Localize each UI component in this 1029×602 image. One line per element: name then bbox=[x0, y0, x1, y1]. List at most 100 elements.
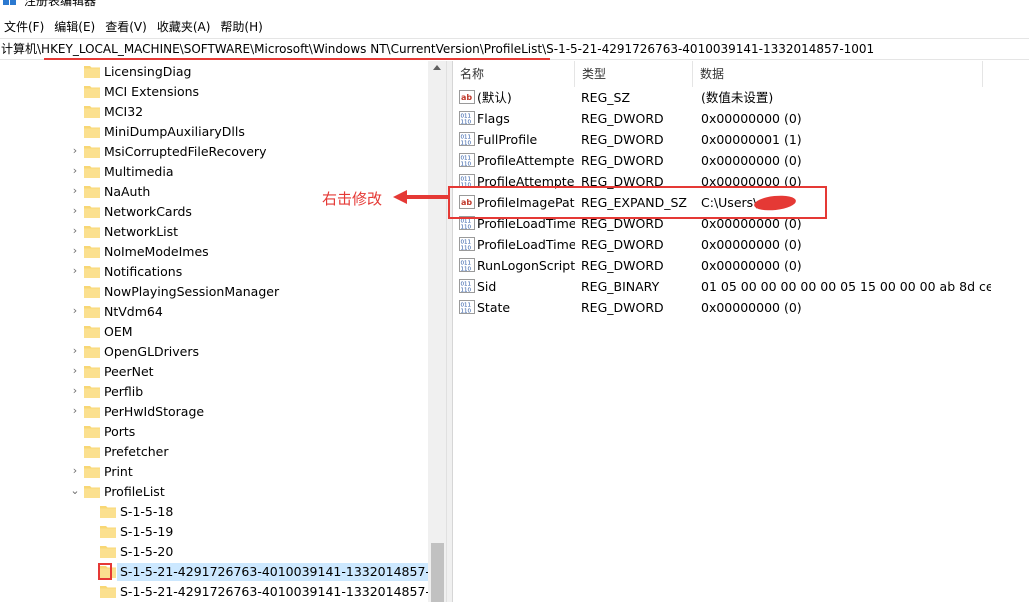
title-bar: 注册表编辑器 bbox=[0, 0, 1029, 8]
chevron-right-icon[interactable]: › bbox=[70, 225, 80, 237]
pane-splitter[interactable] bbox=[446, 61, 453, 602]
value-type: REG_DWORD bbox=[581, 111, 664, 126]
tree-item[interactable]: › Perflib bbox=[0, 382, 428, 402]
tree-item[interactable]: › NetworkList bbox=[0, 222, 428, 242]
value-row[interactable]: 011 110 Sid REG_BINARY 01 05 00 00 00 00 00 … bbox=[453, 276, 1029, 297]
tree-item[interactable]: S-1-5-20 bbox=[0, 542, 428, 562]
folder-icon bbox=[100, 546, 116, 558]
chevron-right-icon[interactable]: › bbox=[70, 465, 80, 477]
tree-item-label: Perflib bbox=[104, 384, 144, 399]
chevron-right-icon[interactable]: › bbox=[70, 305, 80, 317]
tree-item[interactable]: › OpenGLDrivers bbox=[0, 342, 428, 362]
chevron-right-icon[interactable]: › bbox=[70, 205, 80, 217]
folder-icon bbox=[84, 426, 100, 438]
scroll-up-icon[interactable] bbox=[433, 65, 441, 70]
address-bar[interactable]: 计算机\HKEY_LOCAL_MACHINE\SOFTWARE\Microsof… bbox=[0, 38, 1029, 60]
folder-icon bbox=[84, 406, 100, 418]
menu-file[interactable]: 文件(F) bbox=[0, 17, 48, 37]
tree-item[interactable]: LicensingDiag bbox=[0, 62, 428, 82]
tree-item[interactable]: › Multimedia bbox=[0, 162, 428, 182]
tree-scrollbar[interactable] bbox=[428, 61, 446, 602]
chevron-right-icon[interactable]: › bbox=[70, 405, 80, 417]
tree-item-label: Multimedia bbox=[104, 164, 174, 179]
tree-item-label: Print bbox=[104, 464, 133, 479]
tree-item[interactable]: › PerHwIdStorage bbox=[0, 402, 428, 422]
svg-text:110: 110 bbox=[461, 162, 472, 168]
folder-icon bbox=[84, 106, 100, 118]
tree-item-label: LicensingDiag bbox=[104, 64, 192, 79]
value-type: REG_DWORD bbox=[581, 153, 664, 168]
values-list[interactable]: 名称 类型 数据 ab (默认) REG_SZ (数值未设置) 011 110 Flags R… bbox=[453, 61, 1029, 602]
binary-value-icon: 011110 bbox=[459, 132, 475, 146]
menu-view[interactable]: 查看(V) bbox=[101, 17, 151, 37]
tree-item[interactable]: › NtVdm64 bbox=[0, 302, 428, 322]
tree-item[interactable]: › MsiCorruptedFileRecovery bbox=[0, 142, 428, 162]
string-value-icon: ab bbox=[459, 90, 475, 104]
menu-help[interactable]: 帮助(H) bbox=[216, 17, 266, 37]
selection-marker bbox=[98, 563, 112, 580]
folder-icon bbox=[100, 506, 116, 518]
chevron-right-icon[interactable]: › bbox=[70, 165, 80, 177]
tree-item-label: S-1-5-18 bbox=[120, 504, 174, 519]
svg-text:110: 110 bbox=[461, 288, 472, 294]
column-header-name[interactable]: 名称 bbox=[453, 61, 575, 87]
chevron-right-icon[interactable]: › bbox=[70, 145, 80, 157]
tree-item[interactable]: Prefetcher bbox=[0, 442, 428, 462]
tree-item-label: PeerNet bbox=[104, 364, 154, 379]
chevron-right-icon[interactable]: › bbox=[70, 385, 80, 397]
tree-item[interactable]: MiniDumpAuxiliaryDlls bbox=[0, 122, 428, 142]
tree-item[interactable]: S-1-5-19 bbox=[0, 522, 428, 542]
value-type: REG_SZ bbox=[581, 90, 631, 105]
arrow-left-icon bbox=[393, 190, 448, 204]
tree-item-label: Notifications bbox=[104, 264, 183, 279]
tree-item[interactable]: MCI32 bbox=[0, 102, 428, 122]
tree-item[interactable]: › PeerNet bbox=[0, 362, 428, 382]
value-row[interactable]: 011 110 State REG_DWORD 0x00000000 (0) bbox=[453, 297, 1029, 318]
tree-item[interactable]: › Notifications bbox=[0, 262, 428, 282]
column-header-type[interactable]: 类型 bbox=[575, 61, 693, 87]
folder-icon bbox=[84, 66, 100, 78]
column-header-data[interactable]: 数据 bbox=[693, 61, 983, 87]
tree-item[interactable]: › NoImeModeImes bbox=[0, 242, 428, 262]
address-path[interactable]: 计算机\HKEY_LOCAL_MACHINE\SOFTWARE\Microsof… bbox=[1, 41, 874, 58]
value-row[interactable]: 011110ProfileAttemptedProfileDownloadTim… bbox=[453, 150, 1029, 171]
annotation-label: 右击修改 bbox=[322, 190, 383, 208]
folder-icon bbox=[84, 366, 100, 378]
value-type: REG_DWORD bbox=[581, 258, 664, 273]
tree-item[interactable]: OEM bbox=[0, 322, 428, 342]
chevron-right-icon[interactable]: › bbox=[70, 265, 80, 277]
tree-item[interactable]: ⌄ ProfileList bbox=[0, 482, 428, 502]
tree-item[interactable]: › Print bbox=[0, 462, 428, 482]
value-row[interactable]: 011110RunLogonScriptSync REG_DWORD 0x00000… bbox=[453, 255, 1029, 276]
tree-item[interactable]: NowPlayingSessionManager bbox=[0, 282, 428, 302]
tree-item-label: PerHwIdStorage bbox=[104, 404, 205, 419]
value-type: REG_DWORD bbox=[581, 300, 664, 315]
value-name: Flags bbox=[477, 111, 510, 126]
menu-favorites[interactable]: 收藏夹(A) bbox=[153, 17, 215, 37]
binary-value-icon: 011110 bbox=[459, 111, 475, 125]
tree-item[interactable]: S-1-5-21-4291726763-4010039141-133201485… bbox=[0, 562, 446, 582]
tree-item[interactable]: S-1-5-21-4291726763-4010039141-133201485… bbox=[0, 582, 446, 602]
chevron-right-icon[interactable]: › bbox=[70, 245, 80, 257]
menu-edit[interactable]: 编辑(E) bbox=[50, 17, 99, 37]
tree-item-label: NetworkList bbox=[104, 224, 179, 239]
key-tree[interactable]: LicensingDiag MCI Extensions MCI32 MiniDump… bbox=[0, 61, 446, 602]
tree-item[interactable]: MCI Extensions bbox=[0, 82, 428, 102]
value-row[interactable]: 011 110 Flags REG_DWORD 0x00000000 (0) bbox=[453, 108, 1029, 129]
tree-item-label: S-1-5-21-4291726763-4010039141-133201485… bbox=[117, 563, 446, 581]
tree-item[interactable]: S-1-5-18 bbox=[0, 502, 428, 522]
folder-icon bbox=[84, 246, 100, 258]
tree-item[interactable]: Ports bbox=[0, 422, 428, 442]
chevron-right-icon[interactable]: › bbox=[70, 345, 80, 357]
tree-item-label: S-1-5-20 bbox=[120, 544, 174, 559]
value-row[interactable]: ab (默认) REG_SZ (数值未设置) bbox=[453, 87, 1029, 108]
tree-item-label: Prefetcher bbox=[104, 444, 169, 459]
chevron-right-icon[interactable]: › bbox=[70, 365, 80, 377]
tree-item-label: NowPlayingSessionManager bbox=[104, 284, 280, 299]
value-row[interactable]: 011 110 FullProfile REG_DWORD 0x00000001 (1) bbox=[453, 129, 1029, 150]
chevron-down-icon[interactable]: ⌄ bbox=[70, 485, 80, 497]
chevron-right-icon[interactable]: › bbox=[70, 185, 80, 197]
value-row[interactable]: 011110ProfileLoadTimeLow REG_DWORD 0x00000… bbox=[453, 234, 1029, 255]
tree-item-label: MiniDumpAuxiliaryDlls bbox=[104, 124, 245, 139]
scrollbar-thumb[interactable] bbox=[431, 543, 444, 602]
